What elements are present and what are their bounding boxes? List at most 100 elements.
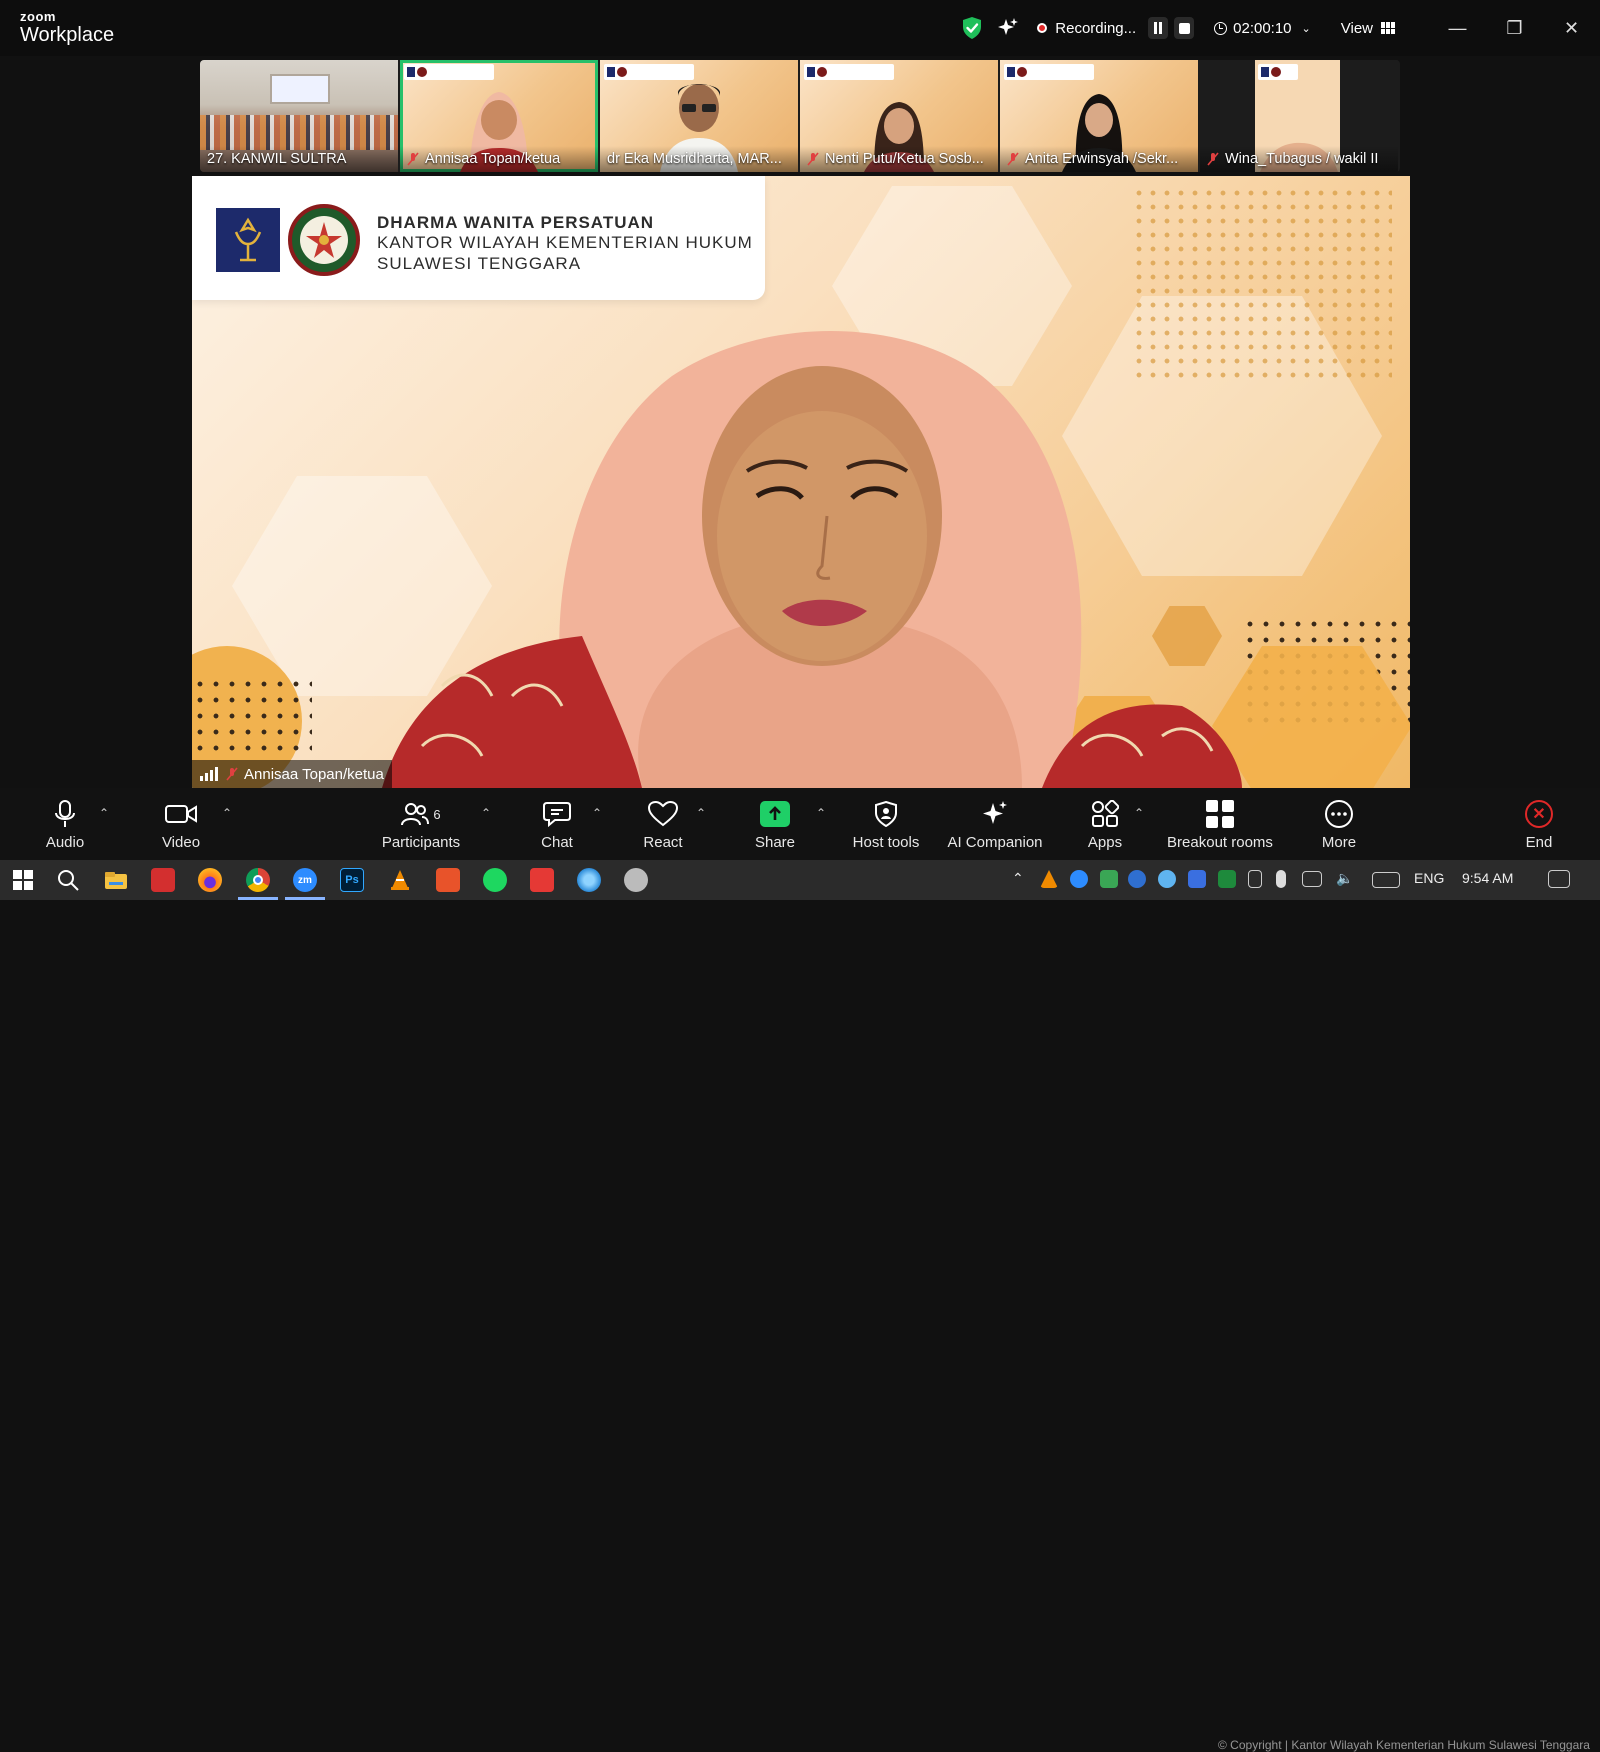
camera-app-icon[interactable] — [577, 868, 601, 892]
security-tray-icon[interactable] — [1100, 870, 1118, 888]
photoshop-icon[interactable]: Ps — [340, 868, 364, 892]
system-clock[interactable]: 9:54 AM — [1462, 870, 1513, 886]
audio-label: Audio — [45, 834, 85, 851]
participants-label: Participants — [381, 834, 461, 851]
participant-label: 27. KANWIL SULTRA — [200, 146, 398, 172]
audio-button[interactable]: Audio — [40, 798, 90, 854]
app-icon[interactable] — [624, 868, 648, 892]
breakout-rooms-label: Breakout rooms — [1167, 834, 1273, 851]
zoom-taskbar-icon[interactable]: zm — [293, 868, 317, 892]
apps-options-caret[interactable]: ⌃ — [1134, 806, 1144, 820]
muted-mic-icon — [1207, 152, 1219, 166]
meeting-timer[interactable]: 02:00:10 ⌄ — [1214, 20, 1311, 37]
nvidia-tray-icon[interactable] — [1218, 870, 1236, 888]
network-tray-icon[interactable] — [1128, 870, 1146, 888]
participant-name: Anita Erwinsyah /Sekr... — [1025, 151, 1179, 167]
vlc-icon[interactable] — [388, 868, 412, 892]
recording-label: Recording... — [1055, 19, 1137, 37]
search-icon[interactable] — [56, 868, 80, 892]
muted-mic-icon — [407, 152, 419, 166]
participant-thumbnail-strip: 27. KANWIL SULTRA Annisaa Topan/ketua dr… — [200, 60, 1400, 172]
ai-sparkle-icon[interactable] — [997, 17, 1019, 39]
participant-thumbnail[interactable]: Nenti Putu/Ketua Sosb... — [800, 60, 998, 172]
participant-name: Annisaa Topan/ketua — [425, 151, 561, 167]
breakout-rooms-button[interactable]: Breakout rooms — [1162, 798, 1278, 854]
stop-recording-button[interactable] — [1174, 17, 1195, 39]
restore-button[interactable]: ❐ — [1486, 14, 1543, 42]
more-button[interactable]: More — [1314, 798, 1364, 854]
notification-center-icon[interactable] — [1548, 870, 1570, 888]
ai-companion-button[interactable]: AI Companion — [945, 798, 1045, 854]
view-button[interactable]: View — [1341, 20, 1395, 37]
security-shield-icon[interactable] — [961, 16, 983, 40]
background-dots — [192, 676, 312, 756]
vlc-tray-icon[interactable] — [1040, 870, 1058, 888]
participant-thumbnail[interactable]: 27. KANWIL SULTRA — [200, 60, 398, 172]
language-indicator[interactable]: ENG — [1414, 870, 1444, 886]
close-window-button[interactable]: ✕ — [1543, 14, 1600, 42]
spotify-icon[interactable] — [483, 868, 507, 892]
firefox-icon[interactable] — [198, 868, 222, 892]
pen-tray-icon[interactable] — [1188, 870, 1206, 888]
timer-value: 02:00:10 — [1233, 19, 1292, 37]
minimize-button[interactable]: — — [1429, 14, 1486, 42]
stop-icon — [1178, 22, 1190, 34]
participant-label: Nenti Putu/Ketua Sosb... — [800, 146, 998, 172]
battery-tray-icon[interactable] — [1248, 870, 1262, 888]
speaker-figure — [382, 331, 1242, 788]
share-button[interactable]: Share — [750, 798, 800, 854]
participant-label: Annisaa Topan/ketua — [400, 146, 598, 172]
windows-start-icon[interactable] — [11, 868, 35, 892]
restore-icon: ❐ — [1506, 17, 1523, 38]
clock-icon — [1214, 21, 1228, 35]
participant-thumbnail[interactable]: Anita Erwinsyah /Sekr... — [1000, 60, 1198, 172]
pause-icon — [1154, 22, 1163, 34]
speaker-name: Annisaa Topan/ketua — [244, 765, 384, 783]
video-options-caret[interactable]: ⌃ — [222, 806, 232, 820]
zoom-taskbar-text: zm — [298, 874, 312, 886]
photoshop-text: Ps — [345, 874, 359, 886]
participants-options-caret[interactable]: ⌃ — [481, 806, 491, 820]
apps-button[interactable]: Apps — [1080, 798, 1130, 854]
volume-icon[interactable]: 🔈 — [1336, 870, 1353, 887]
apps-icon — [1092, 800, 1119, 827]
chat-options-caret[interactable]: ⌃ — [592, 806, 602, 820]
chat-button[interactable]: Chat — [532, 798, 582, 854]
file-explorer-icon[interactable] — [104, 868, 128, 892]
usb-tray-icon[interactable] — [1276, 870, 1286, 888]
audio-options-caret[interactable]: ⌃ — [99, 806, 109, 820]
participant-thumbnail-active[interactable]: Annisaa Topan/ketua — [400, 60, 598, 172]
active-speaker-video[interactable]: DHARMA WANITA PERSATUAN KANTOR WILAYAH K… — [192, 176, 1410, 788]
share-options-caret[interactable]: ⌃ — [816, 806, 826, 820]
participants-button[interactable]: 6 Participants — [376, 798, 466, 854]
media-app-icon[interactable] — [530, 868, 554, 892]
share-arrow-icon — [760, 801, 790, 827]
react-options-caret[interactable]: ⌃ — [696, 806, 706, 820]
keyboard-tray-icon[interactable] — [1372, 872, 1400, 888]
office-app-icon[interactable] — [436, 868, 460, 892]
zoom-tray-icon[interactable] — [1070, 870, 1088, 888]
view-label: View — [1340, 19, 1373, 37]
ministry-logo — [216, 208, 280, 272]
apps-label: Apps — [1087, 834, 1123, 851]
chevron-down-icon: ⌄ — [1301, 22, 1311, 35]
host-shield-icon — [875, 801, 897, 827]
participant-thumbnail[interactable]: Wina_Tubagus / wakil II — [1200, 60, 1398, 172]
speaker-name-tag: Annisaa Topan/ketua — [192, 760, 392, 788]
chrome-icon[interactable] — [246, 868, 270, 892]
react-button[interactable]: React — [638, 798, 688, 854]
participant-thumbnail[interactable]: dr Eka Musridharta, MAR... — [600, 60, 798, 172]
pause-recording-button[interactable] — [1148, 17, 1169, 39]
participant-name: 27. KANWIL SULTRA — [207, 151, 347, 167]
pdf-reader-icon[interactable] — [151, 868, 175, 892]
microphone-icon — [55, 800, 75, 827]
video-button[interactable]: Video — [156, 798, 206, 854]
end-meeting-button[interactable]: ✕ End — [1514, 798, 1564, 854]
host-tools-label: Host tools — [852, 834, 920, 851]
app-tray-icon[interactable] — [1158, 870, 1176, 888]
banner-line-2: KANTOR WILAYAH KEMENTERIAN HUKUM — [377, 233, 753, 253]
more-ellipsis-icon — [1325, 800, 1353, 828]
host-tools-button[interactable]: Host tools — [848, 798, 924, 854]
display-tray-icon[interactable] — [1302, 871, 1322, 887]
tray-expand-chevron-icon[interactable]: ⌃ — [1012, 870, 1024, 887]
